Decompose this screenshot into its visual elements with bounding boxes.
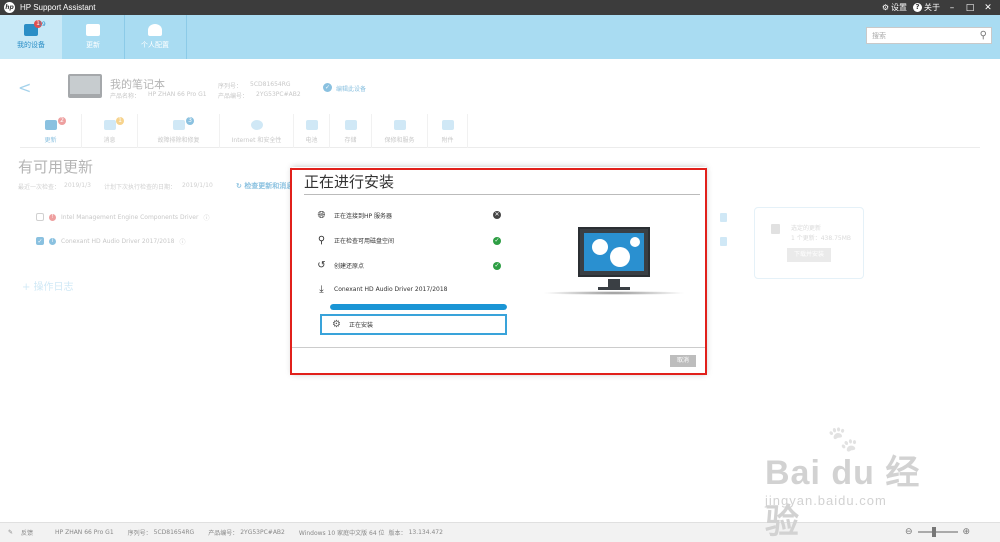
download-icon: ⤓ bbox=[319, 283, 324, 295]
hp-logo-icon: hp bbox=[4, 2, 15, 13]
statusbar-version-label: 版本： bbox=[388, 530, 407, 537]
gear-shape bbox=[610, 247, 630, 267]
statusbar-serial: 5CD81654RG bbox=[153, 529, 195, 536]
monitor-neck bbox=[608, 279, 620, 287]
step-label: 创建还原点 bbox=[334, 262, 365, 270]
gears-icon: ⚙ bbox=[332, 319, 341, 330]
main-nav: 1 我的设备 19 更新 个人配置 搜索 ⚲ bbox=[0, 15, 1000, 59]
close-button[interactable]: ✕ bbox=[982, 3, 994, 13]
install-dialog: 正在进行安装 🌐︎ 正在连接到HP 服务器 ✕ ⚲ 正在检查可用磁盘空间 ✓ ↺… bbox=[292, 167, 706, 374]
device-icon: 1 bbox=[24, 20, 42, 36]
about-label: 关于 bbox=[924, 3, 940, 12]
statusbar-product-no-label: 产品编号： bbox=[208, 530, 239, 537]
dialog-title: 正在进行安装 bbox=[304, 173, 395, 191]
restore-icon: ↺ bbox=[317, 259, 326, 271]
success-icon: ✓ bbox=[493, 237, 501, 245]
monitor-display bbox=[584, 233, 644, 271]
step-disk-space: ⚲ 正在检查可用磁盘空间 bbox=[316, 233, 394, 247]
feedback-icon[interactable]: ✎ bbox=[8, 529, 13, 536]
step-driver: ⤓ Conexant HD Audio Driver 2017/2018 bbox=[316, 282, 447, 296]
globe-icon: 🌐︎ bbox=[317, 209, 326, 221]
maximize-button[interactable]: □ bbox=[964, 3, 976, 13]
nav-divider bbox=[186, 15, 187, 59]
statusbar-model: HP ZHAN 66 Pro G1 bbox=[55, 529, 114, 536]
nav-label: 我的设备 bbox=[17, 41, 45, 49]
person-icon bbox=[148, 24, 162, 36]
monitor-base bbox=[598, 287, 630, 290]
magnifier-icon: ⚲ bbox=[317, 234, 326, 246]
title-bar: hp HP Support Assistant ⚙ 设置 ? 关于 – □ ✕ bbox=[0, 0, 1000, 15]
feedback-link[interactable]: 反馈 bbox=[21, 528, 33, 537]
search-icon[interactable]: ⚲ bbox=[980, 30, 987, 41]
step-connect: 🌐︎ 正在连接到HP 服务器 bbox=[316, 208, 393, 222]
statusbar-serial-label: 序列号： bbox=[127, 530, 152, 537]
monitor-shadow bbox=[542, 291, 686, 295]
gear-shape bbox=[630, 237, 640, 247]
statusbar-os: Windows 10 家庭中文版 64 位 bbox=[298, 530, 385, 537]
progress-fill bbox=[330, 304, 507, 310]
settings-button[interactable]: ⚙ 设置 bbox=[882, 2, 907, 13]
minimize-button[interactable]: – bbox=[946, 3, 958, 13]
step-label: 正在连接到HP 服务器 bbox=[334, 212, 393, 220]
search-input[interactable]: 搜索 ⚲ bbox=[866, 27, 992, 44]
baidu-watermark: 🐾︎ Bai du 经验 jingyan.baidu.com bbox=[765, 423, 955, 541]
nav-my-devices[interactable]: 1 我的设备 19 bbox=[0, 15, 62, 59]
installing-label: 正在安装 bbox=[348, 322, 373, 329]
statusbar-product-no: 2YG53PC#AB2 bbox=[240, 529, 285, 536]
statusbar-version: 13.134.472 bbox=[408, 529, 443, 536]
install-progress-bar bbox=[330, 304, 507, 310]
cancel-button[interactable]: 取消 bbox=[670, 355, 696, 367]
watermark-url: jingyan.baidu.com bbox=[765, 493, 887, 508]
gear-icon: ⚙ bbox=[881, 3, 889, 12]
installing-status: ⚙ 正在安装 bbox=[320, 314, 507, 335]
monitor-screen bbox=[578, 227, 650, 277]
about-button[interactable]: ? 关于 bbox=[913, 2, 940, 13]
message-icon bbox=[86, 24, 100, 36]
nav-profile[interactable]: 个人配置 bbox=[124, 15, 186, 59]
dialog-footer-divider bbox=[292, 347, 706, 348]
settings-label: 设置 bbox=[891, 3, 907, 12]
device-count: 19 bbox=[38, 21, 46, 28]
nav-label: 个人配置 bbox=[141, 41, 169, 49]
step-label: 正在检查可用磁盘空间 bbox=[334, 237, 395, 245]
dialog-divider bbox=[304, 194, 700, 195]
app-title: HP Support Assistant bbox=[20, 3, 96, 12]
success-icon: ✓ bbox=[493, 262, 501, 270]
search-placeholder: 搜索 bbox=[872, 31, 886, 40]
nav-label: 更新 bbox=[86, 41, 100, 49]
step-restore-point: ↺ 创建还原点 bbox=[316, 258, 364, 272]
help-icon: ? bbox=[913, 3, 922, 12]
monitor-illustration bbox=[542, 227, 686, 297]
gear-shape bbox=[592, 239, 608, 255]
nav-updates[interactable]: 更新 bbox=[62, 15, 124, 59]
zoom-in-icon[interactable]: ⊕ bbox=[963, 527, 971, 537]
step-label: Conexant HD Audio Driver 2017/2018 bbox=[334, 285, 448, 293]
fail-icon: ✕ bbox=[493, 211, 501, 219]
